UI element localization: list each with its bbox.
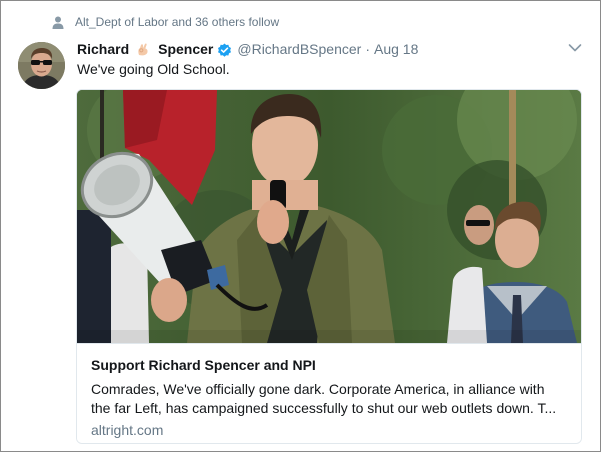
separator-dot: · [365,41,370,57]
card-photo [77,90,581,343]
user-handle[interactable]: @RichardBSpencer [237,41,361,57]
tweet-text: We've going Old School. [77,61,230,77]
card-description-line-1: Comrades, We've officially gone dark. Co… [91,381,545,397]
person-icon [52,16,64,29]
verified-icon [218,43,232,57]
card-description: Comrades, We've officially gone dark. Co… [91,380,571,418]
avatar-image [18,42,65,89]
card-image[interactable] [77,90,581,343]
social-context-text[interactable]: Alt_Dept of Labor and 36 others follow [75,15,279,29]
card-title[interactable]: Support Richard Spencer and NPI [91,357,316,373]
link-card[interactable]: Support Richard Spencer and NPI Comrades… [76,89,582,444]
avatar[interactable] [18,42,65,89]
ok-hand-emoji-icon [138,43,148,56]
card-description-line-2: the far Left, has campaigned successfull… [91,400,557,416]
tweet-header: Richard Spencer @RichardBSpencer · Aug 1… [77,39,582,59]
card-body[interactable]: Support Richard Spencer and NPI Comrades… [77,343,581,443]
display-name-first[interactable]: Richard [77,41,129,57]
card-domain[interactable]: altright.com [91,422,163,438]
social-context: Alt_Dept of Labor and 36 others follow [52,15,279,29]
tweet-timestamp[interactable]: Aug 18 [374,41,418,57]
chevron-down-icon[interactable] [568,42,582,54]
display-name-last[interactable]: Spencer [158,41,213,57]
tweet-container: Alt_Dept of Labor and 36 others follow R… [0,0,601,452]
